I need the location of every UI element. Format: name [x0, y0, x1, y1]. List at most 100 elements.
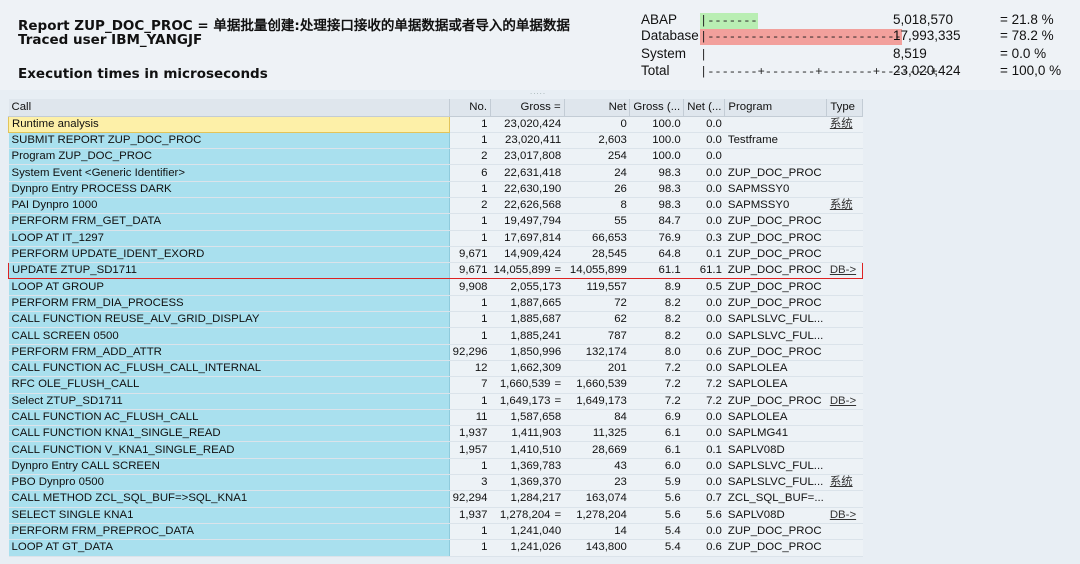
- call-cell[interactable]: PERFORM FRM_GET_DATA: [8, 213, 450, 231]
- table-row[interactable]: PERFORM UPDATE_IDENT_EXORD 9,671 14,909,42…: [8, 246, 863, 264]
- table-row[interactable]: PERFORM FRM_PREPROC_DATA 1 1,241,040 14 5.4 0…: [8, 523, 863, 541]
- call-cell[interactable]: PERFORM UPDATE_IDENT_EXORD: [8, 246, 450, 264]
- table-row[interactable]: PERFORM FRM_GET_DATA 1 19,497,794 55 84.7 0.0…: [8, 213, 863, 231]
- type-cell[interactable]: DB->: [826, 393, 863, 410]
- program-cell: SAPLOLEA: [724, 376, 827, 394]
- gross-cell: 22,631,418: [490, 164, 565, 182]
- gross-value: 1,369,783: [510, 459, 562, 472]
- call-cell[interactable]: Dynpro Entry PROCESS DARK: [8, 181, 450, 198]
- call-cell[interactable]: LOOP AT IT_1297: [8, 230, 450, 247]
- table-row[interactable]: UPDATE ZTUP_SD1711 9,671 14,055,899 = 14,055…: [8, 262, 863, 280]
- column-header-type[interactable]: Type: [826, 99, 863, 117]
- call-cell[interactable]: PAI Dynpro 1000: [8, 197, 450, 215]
- table-row[interactable]: SELECT SINGLE KNA1 1,937 1,278,204 = 1,278,2…: [8, 507, 863, 524]
- type-cell[interactable]: DB->: [826, 262, 863, 280]
- call-cell[interactable]: CALL FUNCTION AC_FLUSH_CALL_INTERNAL: [8, 360, 450, 378]
- table-row[interactable]: Select ZTUP_SD1711 1 1,649,173 = 1,649,173 7.…: [8, 393, 863, 410]
- type-cell[interactable]: 系统: [826, 116, 863, 133]
- call-cell[interactable]: PERFORM FRM_PREPROC_DATA: [8, 523, 450, 541]
- call-cell[interactable]: SELECT SINGLE KNA1: [8, 507, 450, 524]
- program-cell: [724, 148, 827, 166]
- call-cell[interactable]: LOOP AT GT_DATA: [8, 539, 450, 557]
- table-row[interactable]: PERFORM FRM_DIA_PROCESS 1 1,887,665 72 8.2 0.…: [8, 295, 863, 313]
- splitter-handle[interactable]: ·····: [530, 91, 560, 98]
- type-cell: [826, 230, 863, 247]
- column-header-gross-pct[interactable]: Gross (...: [629, 99, 685, 117]
- gross-percent-cell: 100.0: [629, 116, 684, 133]
- gross-value: 1,410,510: [510, 443, 562, 456]
- column-header-net[interactable]: Net: [564, 99, 631, 117]
- call-cell[interactable]: SUBMIT REPORT ZUP_DOC_PROC: [8, 132, 450, 150]
- call-cell[interactable]: CALL SCREEN 0500: [8, 327, 450, 345]
- table-row[interactable]: Runtime analysis 1 23,020,424 0 100.0 0.0 系统: [8, 115, 863, 133]
- call-cell[interactable]: CALL FUNCTION AC_FLUSH_CALL: [8, 409, 450, 427]
- type-cell[interactable]: 系统: [826, 197, 863, 215]
- type-cell[interactable]: DB->: [826, 507, 863, 524]
- column-header-no[interactable]: No.: [449, 99, 492, 117]
- column-header-net-pct[interactable]: Net (...: [683, 99, 726, 117]
- gross-value: 1,649,173: [499, 394, 551, 407]
- column-header-call[interactable]: Call: [8, 99, 450, 117]
- table-row[interactable]: Dynpro Entry CALL SCREEN 1 1,369,783 43 6.0 0…: [8, 458, 863, 476]
- table-row[interactable]: RFC OLE_FLUSH_CALL 7 1,660,539 = 1,660,539 7.…: [8, 376, 863, 394]
- call-cell[interactable]: Select ZTUP_SD1711: [8, 393, 450, 410]
- call-cell[interactable]: Runtime analysis: [8, 115, 450, 133]
- gross-value: 1,662,309: [510, 362, 562, 375]
- call-cell[interactable]: Program ZUP_DOC_PROC: [8, 148, 450, 166]
- gross-cell: 22,630,190: [490, 181, 565, 198]
- count-cell: 1: [449, 539, 491, 557]
- gross-percent-cell: 76.9: [629, 230, 684, 247]
- hit-list-table-container: Call No. Gross = Net Gross (... Net (...…: [8, 99, 863, 557]
- gross-value: 19,497,794: [504, 215, 562, 228]
- table-row[interactable]: CALL FUNCTION AC_FLUSH_CALL_INTERNAL 12 1,…: [8, 360, 863, 378]
- table-row[interactable]: SUBMIT REPORT ZUP_DOC_PROC 1 23,020,411 2,6…: [8, 132, 863, 150]
- net-cell: 119,557: [564, 278, 630, 296]
- gross-value: 1,660,539: [499, 378, 551, 391]
- summary-label: Total: [641, 63, 670, 78]
- table-row[interactable]: LOOP AT IT_1297 1 17,697,814 66,653 76.9 0.3 Z…: [8, 230, 863, 247]
- net-cell: 163,074: [564, 490, 630, 508]
- program-cell: SAPLSLVC_FUL...: [724, 327, 827, 345]
- table-row[interactable]: System Event <Generic Identifier> 6 22,631…: [8, 164, 863, 182]
- table-row[interactable]: CALL FUNCTION REUSE_ALV_GRID_DISPLAY 1 1,8…: [8, 311, 863, 329]
- table-row[interactable]: CALL FUNCTION AC_FLUSH_CALL 11 1,587,658 84…: [8, 409, 863, 427]
- table-row[interactable]: PERFORM FRM_ADD_ATTR 92,296 1,850,996 132,1…: [8, 344, 863, 361]
- gross-value: 23,017,808: [504, 150, 562, 163]
- call-cell[interactable]: Dynpro Entry CALL SCREEN: [8, 458, 450, 476]
- call-cell[interactable]: PERFORM FRM_ADD_ATTR: [8, 344, 450, 361]
- column-header-gross[interactable]: Gross =: [490, 99, 565, 117]
- column-header-program[interactable]: Program: [724, 99, 828, 117]
- gross-equals-net-marker: =: [554, 394, 562, 407]
- type-cell[interactable]: 系统: [826, 474, 863, 492]
- call-cell[interactable]: PBO Dynpro 0500: [8, 474, 450, 492]
- count-cell: 1: [449, 523, 491, 541]
- net-cell: 62: [564, 311, 630, 329]
- table-row[interactable]: CALL FUNCTION KNA1_SINGLE_READ 1,937 1,411…: [8, 425, 863, 443]
- table-row[interactable]: CALL METHOD ZCL_SQL_BUF=>SQL_KNA1 92,294 1…: [8, 490, 863, 508]
- call-cell[interactable]: LOOP AT GROUP: [8, 278, 450, 296]
- net-cell: 254: [564, 148, 630, 166]
- gross-value: 2,055,173: [510, 280, 562, 293]
- call-cell[interactable]: RFC OLE_FLUSH_CALL: [8, 376, 450, 394]
- table-header-row: Call No. Gross = Net Gross (... Net (...…: [8, 99, 863, 117]
- count-cell: 1: [449, 311, 491, 329]
- hit-list-table: Call No. Gross = Net Gross (... Net (...…: [8, 99, 863, 557]
- table-row[interactable]: PBO Dynpro 0500 3 1,369,370 23 5.9 0.0 SAPLSLV…: [8, 474, 863, 492]
- table-row[interactable]: Dynpro Entry PROCESS DARK 1 22,630,190 26 98…: [8, 181, 863, 198]
- call-cell[interactable]: CALL METHOD ZCL_SQL_BUF=>SQL_KNA1: [8, 490, 450, 508]
- table-row[interactable]: PAI Dynpro 1000 2 22,626,568 8 98.3 0.0 SAPMSS…: [8, 197, 863, 215]
- table-row[interactable]: CALL FUNCTION V_KNA1_SINGLE_READ 1,957 1,4…: [8, 441, 863, 459]
- net-cell: 24: [564, 164, 630, 182]
- table-row[interactable]: Program ZUP_DOC_PROC 2 23,017,808 254 100.0 0…: [8, 148, 863, 166]
- table-row[interactable]: CALL SCREEN 0500 1 1,885,241 787 8.2 0.0 SAPLS…: [8, 327, 863, 345]
- gross-percent-cell: 100.0: [629, 148, 684, 166]
- call-cell[interactable]: UPDATE ZTUP_SD1711: [8, 262, 450, 280]
- call-cell[interactable]: CALL FUNCTION V_KNA1_SINGLE_READ: [8, 441, 450, 459]
- call-cell[interactable]: CALL FUNCTION REUSE_ALV_GRID_DISPLAY: [8, 311, 450, 329]
- table-row[interactable]: LOOP AT GROUP 9,908 2,055,173 119,557 8.9 0.5…: [8, 278, 863, 296]
- call-cell[interactable]: System Event <Generic Identifier>: [8, 164, 450, 182]
- table-row[interactable]: LOOP AT GT_DATA 1 1,241,026 143,800 5.4 0.6 ZU…: [8, 539, 863, 557]
- call-cell[interactable]: CALL FUNCTION KNA1_SINGLE_READ: [8, 425, 450, 443]
- call-cell[interactable]: PERFORM FRM_DIA_PROCESS: [8, 295, 450, 313]
- gross-percent-cell: 98.3: [629, 197, 684, 215]
